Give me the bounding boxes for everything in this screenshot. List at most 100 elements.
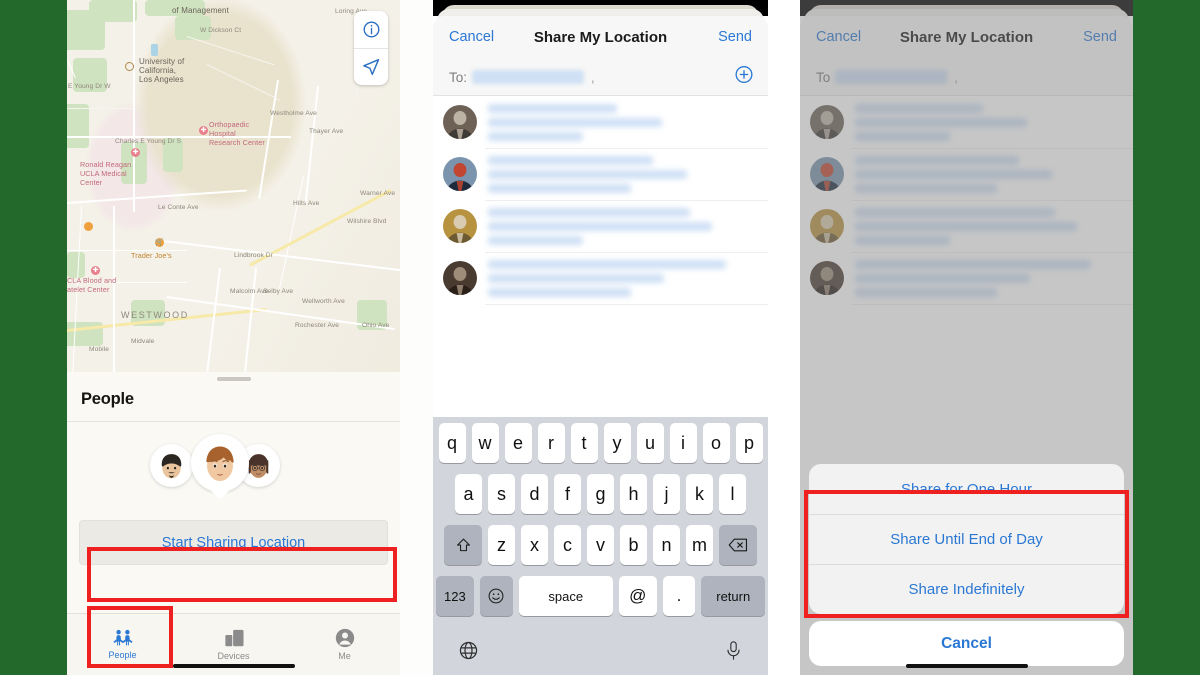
tab-me[interactable]: Me — [289, 614, 400, 675]
keyboard-row-2[interactable]: asdfghjkl — [436, 474, 765, 514]
key-o[interactable]: o — [702, 423, 730, 463]
map-label: Midvale — [131, 338, 155, 345]
tab-people[interactable]: People — [67, 614, 178, 675]
return-key[interactable]: return — [701, 576, 766, 616]
to-separator: , — [591, 69, 595, 85]
key-x[interactable]: x — [521, 525, 548, 565]
map-label: Charles E Young Dr S — [115, 138, 182, 145]
memoji-avatar-center[interactable] — [191, 434, 249, 492]
action-sheet-options[interactable]: Share for One Hour Share Until End of Day… — [809, 464, 1124, 614]
home-indicator[interactable] — [172, 664, 295, 668]
panel-gap-left — [400, 0, 433, 675]
action-sheet[interactable]: Share for One Hour Share Until End of Day… — [800, 464, 1133, 675]
memoji-avatar-left[interactable] — [150, 444, 193, 487]
contact-row[interactable] — [433, 96, 768, 148]
add-contact-plus-icon[interactable] — [734, 65, 754, 90]
key-q[interactable]: q — [438, 423, 466, 463]
key-c[interactable]: c — [554, 525, 581, 565]
contact-suggestion-list[interactable] — [433, 96, 768, 304]
key-k[interactable]: k — [686, 474, 713, 514]
key-g[interactable]: g — [587, 474, 614, 514]
key-f[interactable]: f — [554, 474, 581, 514]
avatar — [443, 157, 477, 191]
shift-key[interactable] — [444, 525, 482, 565]
key-t[interactable]: t — [570, 423, 598, 463]
period-key[interactable]: . — [662, 576, 696, 616]
memoji-boy-icon — [206, 446, 234, 481]
globe-icon[interactable] — [458, 630, 479, 670]
numbers-key[interactable]: 123 — [436, 576, 474, 616]
key-b[interactable]: b — [620, 525, 647, 565]
locate-arrow-icon[interactable] — [354, 48, 388, 85]
key-a[interactable]: a — [455, 474, 482, 514]
key-j[interactable]: j — [653, 474, 680, 514]
map-controls[interactable] — [354, 11, 388, 85]
action-sheet-option[interactable]: Share Indefinitely — [809, 564, 1124, 614]
key-z[interactable]: z — [488, 525, 515, 565]
message-sheet: Cancel Share My Location Send To: , qwer… — [433, 16, 768, 675]
key-e[interactable]: e — [504, 423, 532, 463]
tab-me-label: Me — [338, 651, 351, 661]
recipient-chip-redacted[interactable] — [472, 70, 585, 84]
key-s[interactable]: s — [488, 474, 515, 514]
key-p[interactable]: p — [735, 423, 763, 463]
hospital-poi-icon: ✚ — [91, 266, 100, 275]
tab-people-label: People — [108, 650, 137, 660]
map-label: Trader Joe's — [131, 251, 172, 260]
map-label: Lindbrook Dr — [234, 252, 273, 259]
key-u[interactable]: u — [636, 423, 664, 463]
university-poi-icon — [125, 62, 134, 71]
action-sheet-cancel-button[interactable]: Cancel — [809, 621, 1124, 666]
people-bottom-sheet: People Start Sharing Location People Dev… — [67, 372, 400, 675]
key-h[interactable]: h — [620, 474, 647, 514]
contact-row[interactable] — [433, 148, 768, 200]
map-label: Westholme Ave — [270, 110, 317, 117]
tab-devices-label: Devices — [217, 650, 250, 661]
key-n[interactable]: n — [653, 525, 680, 565]
key-i[interactable]: i — [669, 423, 697, 463]
screenshot-stage: ✚ ✚ ✚ 🛒 of Management W Dickson Ct Loring … — [0, 0, 1200, 675]
key-l[interactable]: l — [719, 474, 746, 514]
keyboard-row-4[interactable]: 123 space @ . return — [436, 576, 766, 616]
to-field[interactable]: To: , — [433, 58, 768, 96]
at-key[interactable]: @ — [618, 576, 657, 616]
keyboard-row-3[interactable]: zxcvbnm — [436, 525, 765, 565]
contact-row[interactable] — [433, 200, 768, 252]
divider — [485, 304, 768, 305]
contact-text-redacted — [488, 207, 768, 245]
contact-text-redacted — [488, 103, 768, 141]
on-screen-keyboard[interactable]: qwertyuiop asdfghjkl zxcvbnm 123 space @… — [433, 417, 768, 675]
key-r[interactable]: r — [537, 423, 565, 463]
microphone-icon[interactable] — [724, 630, 743, 670]
emoji-key[interactable] — [479, 576, 513, 616]
hospital-poi-icon: ✚ — [199, 126, 208, 135]
map-label: University of California, Los Angeles — [139, 57, 185, 84]
action-sheet-option[interactable]: Share for One Hour — [809, 464, 1124, 514]
home-indicator[interactable] — [905, 664, 1028, 668]
info-icon[interactable] — [354, 11, 388, 48]
key-d[interactable]: d — [521, 474, 548, 514]
two-people-icon — [112, 629, 133, 646]
photo-avatar-icon — [443, 261, 477, 295]
start-sharing-row: Start Sharing Location — [67, 520, 400, 565]
action-sheet-option[interactable]: Share Until End of Day — [809, 514, 1124, 564]
contact-row[interactable] — [433, 252, 768, 304]
key-y[interactable]: y — [603, 423, 631, 463]
to-label: To: — [449, 69, 468, 85]
map-label: Wellworth Ave — [302, 298, 345, 305]
key-m[interactable]: m — [686, 525, 713, 565]
map-label: Selby Ave — [263, 288, 294, 295]
start-sharing-location-button[interactable]: Start Sharing Location — [79, 520, 388, 565]
map-view[interactable]: ✚ ✚ ✚ 🛒 of Management W Dickson Ct Loring … — [67, 0, 400, 372]
map-label: CLA Blood and atelet Center — [67, 276, 117, 294]
keyboard-row-5[interactable] — [436, 627, 765, 670]
backspace-key[interactable] — [719, 525, 757, 565]
photo-avatar-icon — [443, 105, 477, 139]
panel-share-duration-sheet: Cancel Share My Location Send To , Share… — [800, 0, 1133, 675]
key-w[interactable]: w — [471, 423, 499, 463]
sheet-title: Share My Location — [533, 28, 668, 46]
key-v[interactable]: v — [587, 525, 614, 565]
keyboard-row-1[interactable]: qwertyuiop — [436, 423, 765, 463]
space-key[interactable]: space — [518, 576, 613, 616]
keyboard-letters-row-3[interactable]: zxcvbnm — [488, 525, 713, 565]
